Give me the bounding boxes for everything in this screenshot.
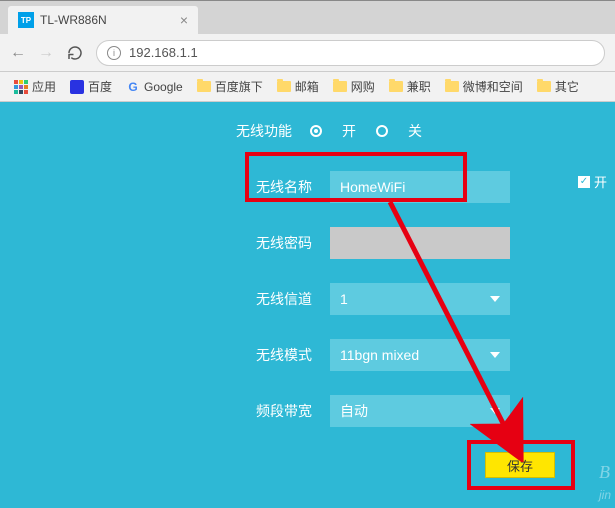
password-input[interactable] — [330, 227, 510, 259]
folder-icon — [197, 81, 211, 92]
radio-on-label: 开 — [342, 121, 356, 141]
label-wireless-func: 无线功能 — [0, 121, 310, 141]
bookmark-folder[interactable]: 网购 — [327, 75, 381, 98]
channel-select[interactable]: 1 — [330, 283, 510, 315]
label-bandwidth: 频段带宽 — [0, 401, 330, 421]
folder-icon — [333, 81, 347, 92]
folder-icon — [389, 81, 403, 92]
bandwidth-value: 自动 — [340, 401, 368, 421]
bookmark-google[interactable]: G Google — [120, 77, 189, 97]
url-text: 192.168.1.1 — [129, 45, 198, 60]
router-page: 无线功能 开 关 无线名称 无线密码 无线信道 1 无线模式 — [0, 102, 615, 508]
bookmark-baidu[interactable]: 百度 — [64, 75, 118, 98]
bookmark-folder[interactable]: 微博和空间 — [439, 75, 529, 98]
channel-value: 1 — [340, 291, 348, 307]
radio-off[interactable] — [376, 125, 388, 137]
baidu-icon — [70, 80, 84, 94]
mode-value: 11bgn mixed — [340, 347, 419, 363]
checkbox-label: 开 — [594, 172, 607, 191]
checkbox-icon: ✓ — [578, 176, 590, 188]
chevron-down-icon — [490, 408, 500, 414]
bookmark-folder[interactable]: 邮箱 — [271, 75, 325, 98]
wireless-form: 无线功能 开 关 无线名称 无线密码 无线信道 1 无线模式 — [0, 102, 615, 430]
row-mode: 无线模式 11bgn mixed — [0, 336, 615, 374]
bookmarks-bar: 应用 百度 G Google 百度旗下 邮箱 网购 兼职 微博和空间 其它 — [0, 72, 615, 102]
bookmark-folder[interactable]: 兼职 — [383, 75, 437, 98]
row-ssid: 无线名称 — [0, 168, 615, 206]
label-mode: 无线模式 — [0, 345, 330, 365]
radio-group-wireless: 开 关 — [310, 121, 422, 141]
info-icon[interactable]: i — [107, 46, 121, 60]
bandwidth-select[interactable]: 自动 — [330, 395, 510, 427]
reload-icon[interactable] — [66, 44, 84, 62]
row-channel: 无线信道 1 — [0, 280, 615, 318]
radio-on[interactable] — [310, 125, 322, 137]
address-bar: ← → i 192.168.1.1 — [0, 34, 615, 72]
tab-favicon: TP — [18, 12, 34, 28]
label-channel: 无线信道 — [0, 289, 330, 309]
tab-title: TL-WR886N — [40, 13, 174, 27]
row-password: 无线密码 — [0, 224, 615, 262]
forward-icon: → — [38, 44, 54, 62]
chevron-down-icon — [490, 352, 500, 358]
mode-select[interactable]: 11bgn mixed — [330, 339, 510, 371]
apps-icon — [14, 80, 28, 94]
browser-tab-bar: TP TL-WR886N × — [0, 0, 615, 34]
label-ssid: 无线名称 — [0, 177, 330, 197]
ssid-broadcast-checkbox[interactable]: ✓ 开 — [578, 172, 607, 191]
bookmark-folder[interactable]: 百度旗下 — [191, 75, 269, 98]
folder-icon — [445, 81, 459, 92]
row-wireless-func: 无线功能 开 关 — [0, 112, 615, 150]
watermark: Bjin — [599, 462, 611, 504]
apps-shortcut[interactable]: 应用 — [8, 75, 62, 98]
bookmark-folder[interactable]: 其它 — [531, 75, 585, 98]
folder-icon — [537, 81, 551, 92]
label-password: 无线密码 — [0, 233, 330, 253]
back-icon[interactable]: ← — [10, 44, 26, 62]
radio-off-label: 关 — [408, 121, 422, 141]
close-icon[interactable]: × — [180, 12, 188, 28]
chevron-down-icon — [490, 296, 500, 302]
google-icon: G — [126, 80, 140, 94]
ssid-input[interactable] — [330, 171, 510, 203]
row-bandwidth: 频段带宽 自动 — [0, 392, 615, 430]
url-input[interactable]: i 192.168.1.1 — [96, 40, 605, 66]
folder-icon — [277, 81, 291, 92]
browser-tab[interactable]: TP TL-WR886N × — [8, 6, 198, 34]
save-button[interactable]: 保存 — [485, 452, 555, 478]
